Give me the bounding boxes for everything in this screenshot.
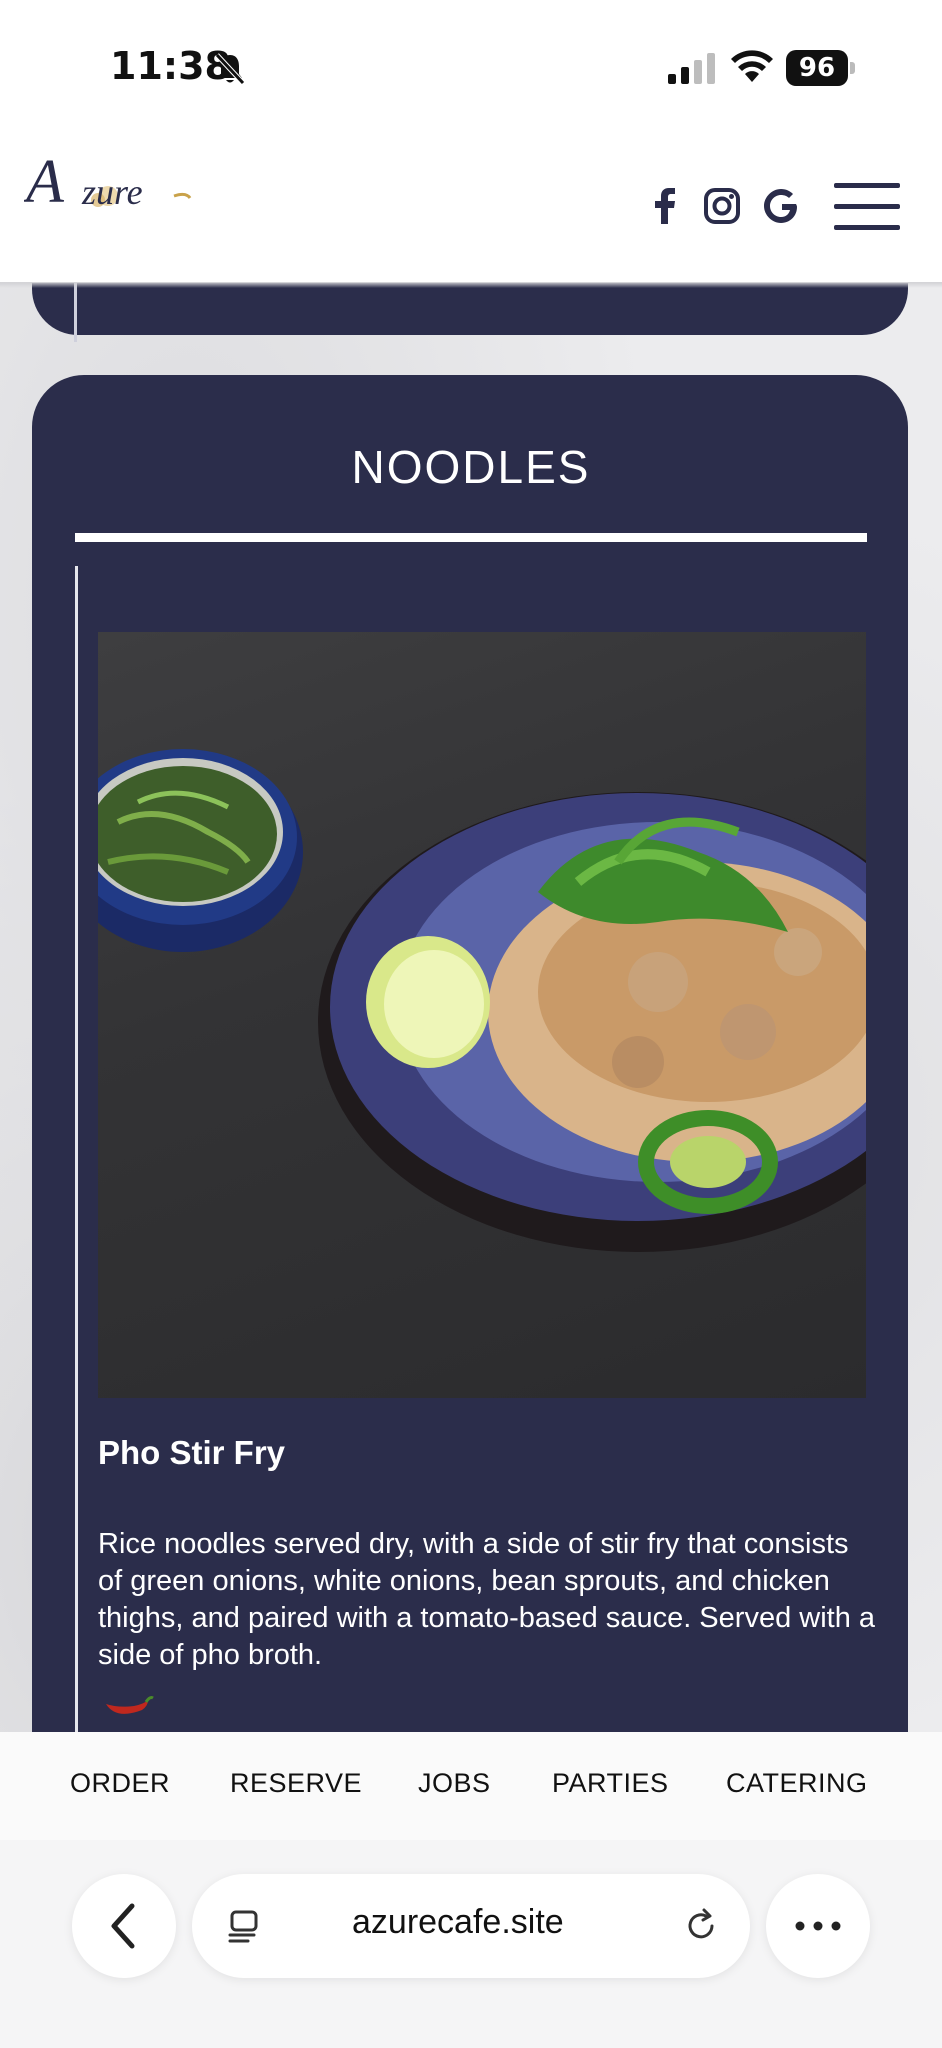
battery-level: 96 (786, 50, 848, 86)
pho-stir-fry-photo (98, 632, 866, 1398)
menu-item-name: Pho Stir Fry (98, 1434, 286, 1471)
more-button[interactable] (766, 1874, 870, 1978)
reader-icon[interactable] (224, 1906, 264, 1946)
section-title: NOODLES (351, 441, 591, 493)
chevron-left-icon (111, 1903, 135, 1949)
more-icon (795, 1921, 841, 1931)
back-button[interactable] (72, 1874, 176, 1978)
nav-parties[interactable]: PARTIES (552, 1768, 669, 1799)
svg-text:zure: zure (81, 172, 143, 212)
battery-icon: 96 (786, 50, 856, 86)
instagram-icon[interactable] (700, 184, 744, 228)
menu-item-description: Rice noodles served dry, with a side of … (98, 1528, 876, 1671)
reload-icon[interactable] (682, 1906, 722, 1946)
nav-catering[interactable]: CATERING (726, 1768, 868, 1799)
url-text: azurecafe.site (352, 1903, 564, 1941)
nav-reserve[interactable]: RESERVE (230, 1768, 362, 1799)
status-bar: 11:38 96 (0, 0, 942, 125)
facebook-icon[interactable] (644, 184, 688, 228)
bell-slash-icon (215, 53, 245, 85)
azure-logo[interactable]: A zure (24, 140, 194, 212)
svg-text:A: A (24, 148, 65, 212)
nav-order[interactable]: ORDER (70, 1768, 170, 1799)
google-icon[interactable] (760, 184, 804, 228)
wifi-icon (731, 50, 773, 82)
hamburger-menu-icon[interactable] (834, 183, 900, 231)
title-underline (75, 533, 867, 542)
nav-jobs[interactable]: JOBS (418, 1768, 491, 1799)
chili-pepper-icon (106, 1696, 154, 1714)
header-shadow (0, 282, 942, 288)
section-divider-line (74, 280, 77, 342)
section-divider-line (75, 566, 78, 1736)
signal-icon (668, 53, 715, 84)
status-time: 11:38 (110, 44, 231, 88)
